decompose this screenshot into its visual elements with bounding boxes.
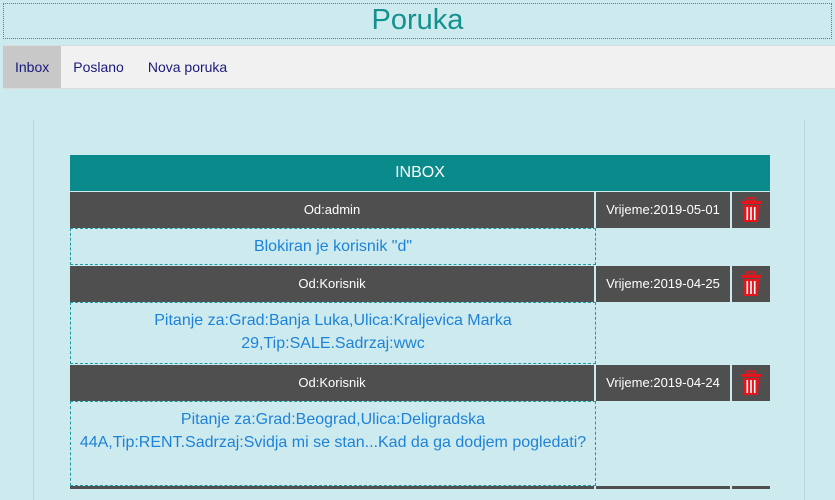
message-time: Vrijeme:2019-04-24 (596, 365, 730, 401)
message-time: Vrijeme:2019-05-01 (596, 192, 730, 228)
inbox-table: INBOX Od:admin Vrijeme:2019-05-01 Blokir… (70, 155, 770, 486)
message-time: Vrijeme:2019-04-25 (596, 266, 730, 302)
nav-tab-nova-poruka[interactable]: Nova poruka (136, 46, 239, 88)
delete-message-button[interactable] (732, 365, 770, 401)
nav-tab-inbox[interactable]: Inbox (3, 46, 62, 88)
message-header: Od:admin Vrijeme:2019-05-01 (70, 192, 770, 228)
message-sender: Od:Korisnik (70, 266, 594, 302)
trash-icon (741, 197, 761, 222)
inbox-heading: INBOX (70, 155, 770, 191)
delete-message-button[interactable] (732, 266, 770, 302)
message-body[interactable]: Blokiran je korisnik "d" (70, 228, 596, 265)
message-body[interactable]: Pitanje za:Grad:Banja Luka,Ulica:Kraljev… (70, 302, 596, 364)
message-sender: Od:admin (70, 192, 594, 228)
message-header: Od:Korisnik Vrijeme:2019-04-24 (70, 365, 770, 401)
trash-icon (741, 271, 761, 296)
trash-icon (741, 370, 761, 395)
nav-bar: Inbox Poslano Nova poruka (3, 45, 835, 89)
nav-tab-poslano[interactable]: Poslano (61, 46, 136, 88)
page-title: Poruka (3, 3, 832, 39)
message-header: Od:Korisnik Vrijeme:2019-04-25 (70, 266, 770, 302)
message-body[interactable]: Pitanje za:Grad:Beograd,Ulica:Deligradsk… (70, 401, 596, 486)
delete-message-button[interactable] (732, 192, 770, 228)
message-sender: Od:Korisnik (70, 365, 594, 401)
